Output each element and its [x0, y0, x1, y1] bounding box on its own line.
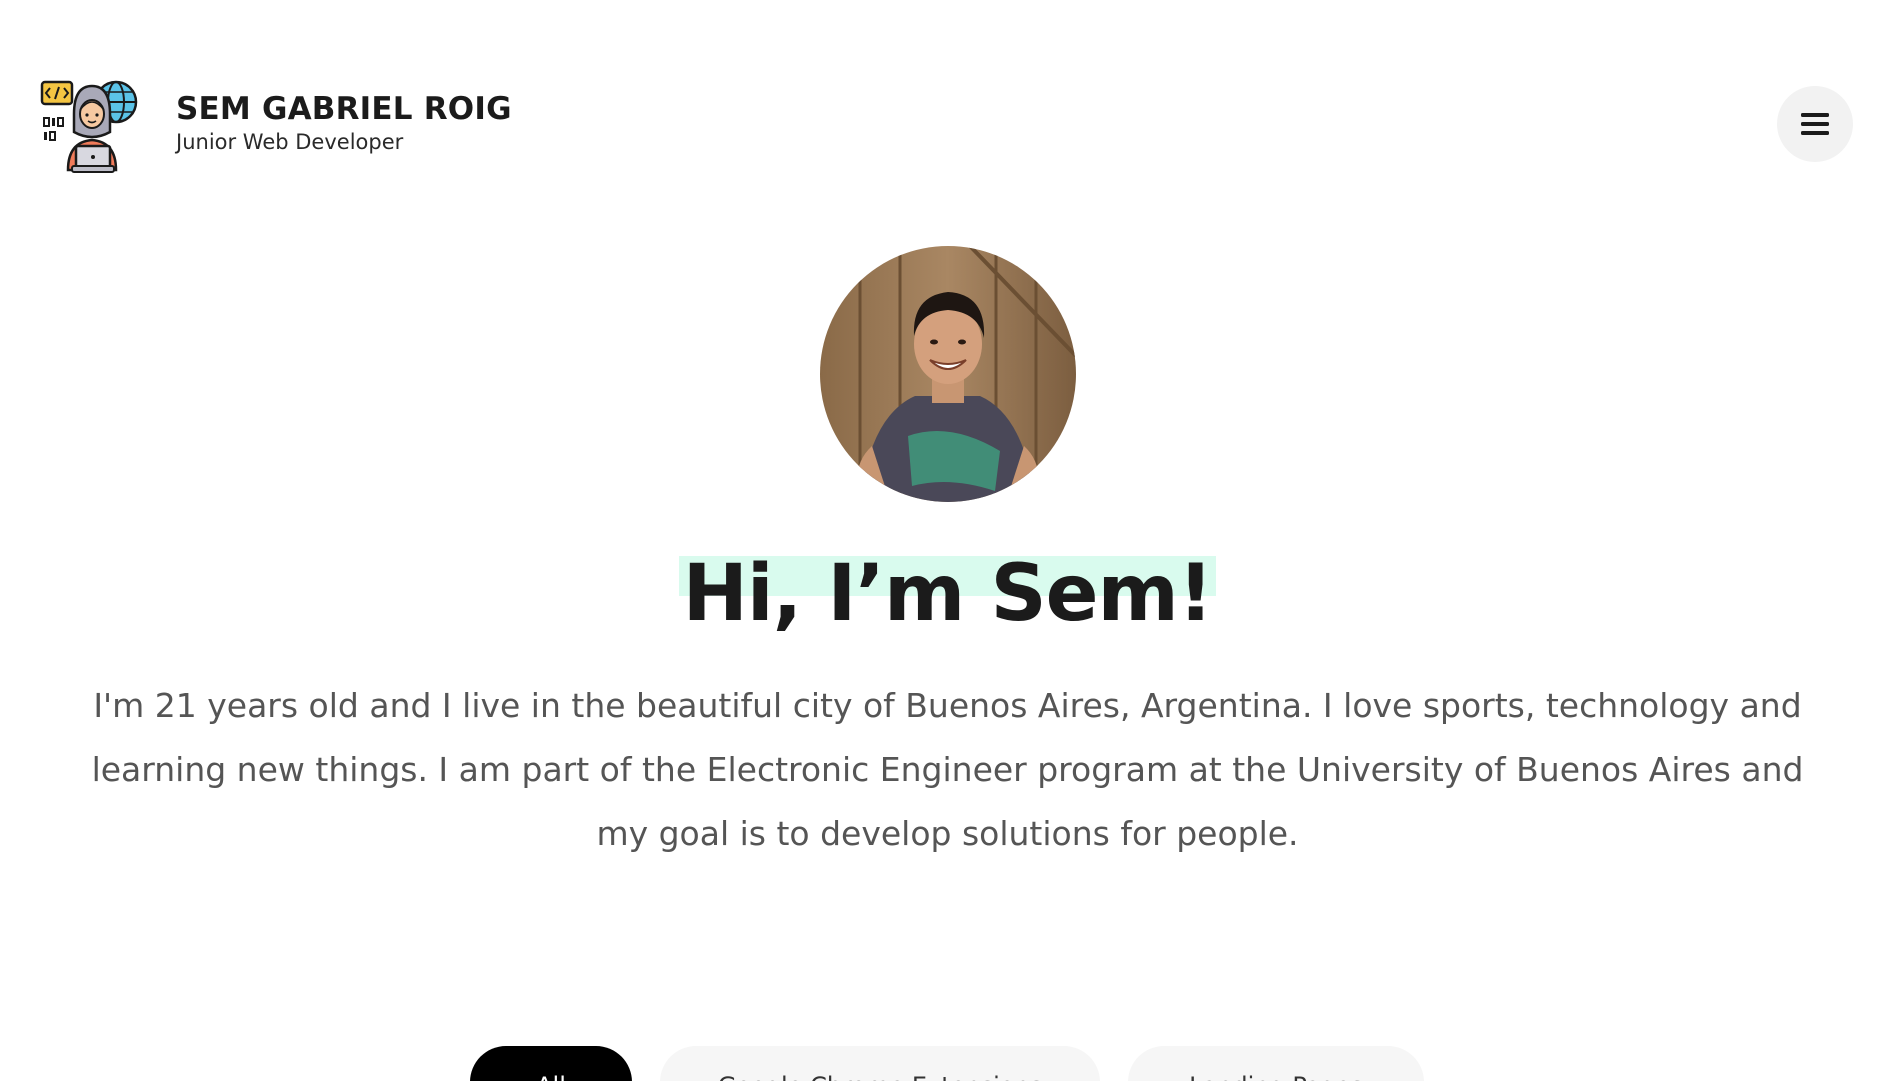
- bio-text: I'm 21 years old and I live in the beaut…: [91, 686, 1804, 853]
- hero-heading-wrap: Hi, I’m Sem!: [0, 548, 1895, 642]
- tab-all[interactable]: All: [470, 1046, 632, 1081]
- developer-avatar-logo-icon[interactable]: [40, 72, 142, 174]
- profile-photo: [820, 246, 1076, 502]
- tab-landing-pages[interactable]: Landing Pages: [1128, 1046, 1424, 1081]
- hero-heading: Hi, I’m Sem!: [678, 548, 1217, 642]
- page: SEM GABRIEL ROIG Junior Web Developer Hi…: [0, 0, 1895, 1081]
- tab-google-chrome-extensions[interactable]: Google Chrome Extensions: [660, 1046, 1100, 1081]
- brand: SEM GABRIEL ROIG Junior Web Developer: [176, 92, 512, 154]
- project-filter-tabs: All Google Chrome Extensions Landing Pag…: [470, 1046, 1424, 1081]
- brand-name[interactable]: SEM GABRIEL ROIG: [176, 92, 512, 126]
- hero-heading-text: Hi, I’m Sem!: [682, 549, 1214, 639]
- brand-role: Junior Web Developer: [176, 130, 404, 155]
- profile-photo-illustration: [820, 246, 1076, 502]
- menu-button[interactable]: [1777, 86, 1853, 162]
- site-header: SEM GABRIEL ROIG Junior Web Developer: [40, 72, 512, 174]
- hamburger-menu-icon: [1801, 113, 1829, 135]
